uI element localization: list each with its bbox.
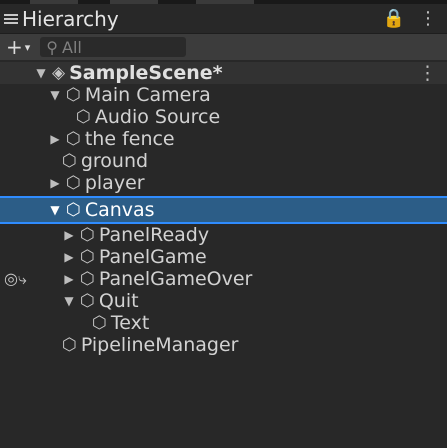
- collapse-arrow-icon[interactable]: ▶: [62, 224, 76, 246]
- expand-arrow-icon[interactable]: ▼: [48, 84, 62, 106]
- tree-row[interactable]: ▼ ⬡ Main Camera: [0, 84, 447, 106]
- tree-row[interactable]: ⬡ Text: [0, 312, 447, 334]
- gameobject-icon: ⬡: [92, 313, 107, 333]
- tree-row-scene[interactable]: ▼ ◈ SampleScene* ⋮: [0, 62, 447, 84]
- tree-item-label: PanelGame: [98, 246, 207, 268]
- tab-actions: 🔒 ⋮: [383, 8, 437, 29]
- tree-item-label: PanelReady: [98, 224, 210, 246]
- kebab-menu-icon[interactable]: ⋮: [419, 8, 437, 29]
- hierarchy-list-icon: [4, 13, 18, 25]
- tree-row-selected[interactable]: ▼ ⬡ Canvas: [0, 196, 447, 224]
- chevron-down-icon: ▾: [24, 40, 31, 54]
- kebab-menu-icon[interactable]: ⋮: [418, 62, 437, 84]
- search-placeholder: All: [62, 37, 82, 57]
- tree-row[interactable]: ▶ ⬡ the fence: [0, 128, 447, 150]
- tree-row[interactable]: ▶ ⬡ player: [0, 172, 447, 194]
- collapse-arrow-icon[interactable]: ▶: [62, 268, 76, 290]
- hierarchy-tab[interactable]: Hierarchy: [0, 4, 156, 33]
- hierarchy-tab-bar: Hierarchy 🔒 ⋮: [0, 4, 447, 34]
- tree-item-label: ground: [80, 150, 149, 172]
- search-input[interactable]: ⚲ All: [40, 37, 187, 57]
- collapse-arrow-icon[interactable]: ▶: [48, 172, 62, 194]
- tree-row[interactable]: ▶ ⬡ PanelGame: [0, 246, 447, 268]
- create-dropdown-button[interactable]: + ▾: [6, 35, 30, 59]
- gameobject-icon: ⬡: [62, 335, 77, 355]
- expand-arrow-icon[interactable]: ▼: [48, 198, 62, 222]
- gameobject-icon: ⬡: [66, 173, 81, 193]
- gameobject-icon: ⬡: [80, 291, 95, 311]
- gameobject-icon: ⬡: [80, 269, 95, 289]
- lock-icon[interactable]: 🔒: [383, 8, 405, 29]
- gameobject-icon: ⬡: [66, 85, 81, 105]
- expand-arrow-icon[interactable]: ▼: [34, 62, 48, 84]
- hierarchy-tab-title: Hierarchy: [22, 6, 119, 31]
- collapse-arrow-icon[interactable]: ▶: [48, 128, 62, 150]
- tree-row[interactable]: ▶ ⬡ PanelReady: [0, 224, 447, 246]
- scene-name: SampleScene*: [69, 62, 223, 84]
- visibility-hidden-icon[interactable]: ◎⤷: [4, 268, 27, 290]
- gameobject-icon: ⬡: [80, 247, 95, 267]
- tree-row[interactable]: ◎⤷ ▶ ⬡ PanelGameOver: [0, 268, 447, 290]
- tree-row[interactable]: ⬡ ground: [0, 150, 447, 172]
- tree-item-label: Text: [110, 312, 150, 334]
- tree-item-label: Canvas: [84, 199, 155, 221]
- tree-item-label: PipelineManager: [80, 334, 239, 356]
- gameobject-icon: ⬡: [76, 107, 91, 127]
- expand-arrow-icon[interactable]: ▼: [62, 290, 76, 312]
- tree-row[interactable]: ⬡ Audio Source: [0, 106, 447, 128]
- tree-item-label: Quit: [98, 290, 139, 312]
- tree-row[interactable]: ⬡ PipelineManager: [0, 334, 447, 356]
- tree-row[interactable]: ▼ ⬡ Quit: [0, 290, 447, 312]
- collapse-arrow-icon[interactable]: ▶: [62, 246, 76, 268]
- tree-item-label: the fence: [84, 128, 175, 150]
- hierarchy-toolbar: + ▾ ⚲ All: [0, 34, 447, 60]
- gameobject-icon: ⬡: [62, 151, 77, 171]
- tree-item-label: player: [84, 172, 145, 194]
- search-icon: ⚲: [46, 37, 59, 57]
- tree-item-label: Main Camera: [84, 84, 211, 106]
- tree-item-label: Audio Source: [94, 106, 221, 128]
- unity-scene-icon: ◈: [52, 63, 66, 83]
- gameobject-icon: ⬡: [66, 200, 81, 220]
- plus-icon: +: [6, 35, 23, 59]
- gameobject-icon: ⬡: [66, 129, 81, 149]
- gameobject-icon: ⬡: [80, 225, 95, 245]
- tree-item-label: PanelGameOver: [98, 268, 253, 290]
